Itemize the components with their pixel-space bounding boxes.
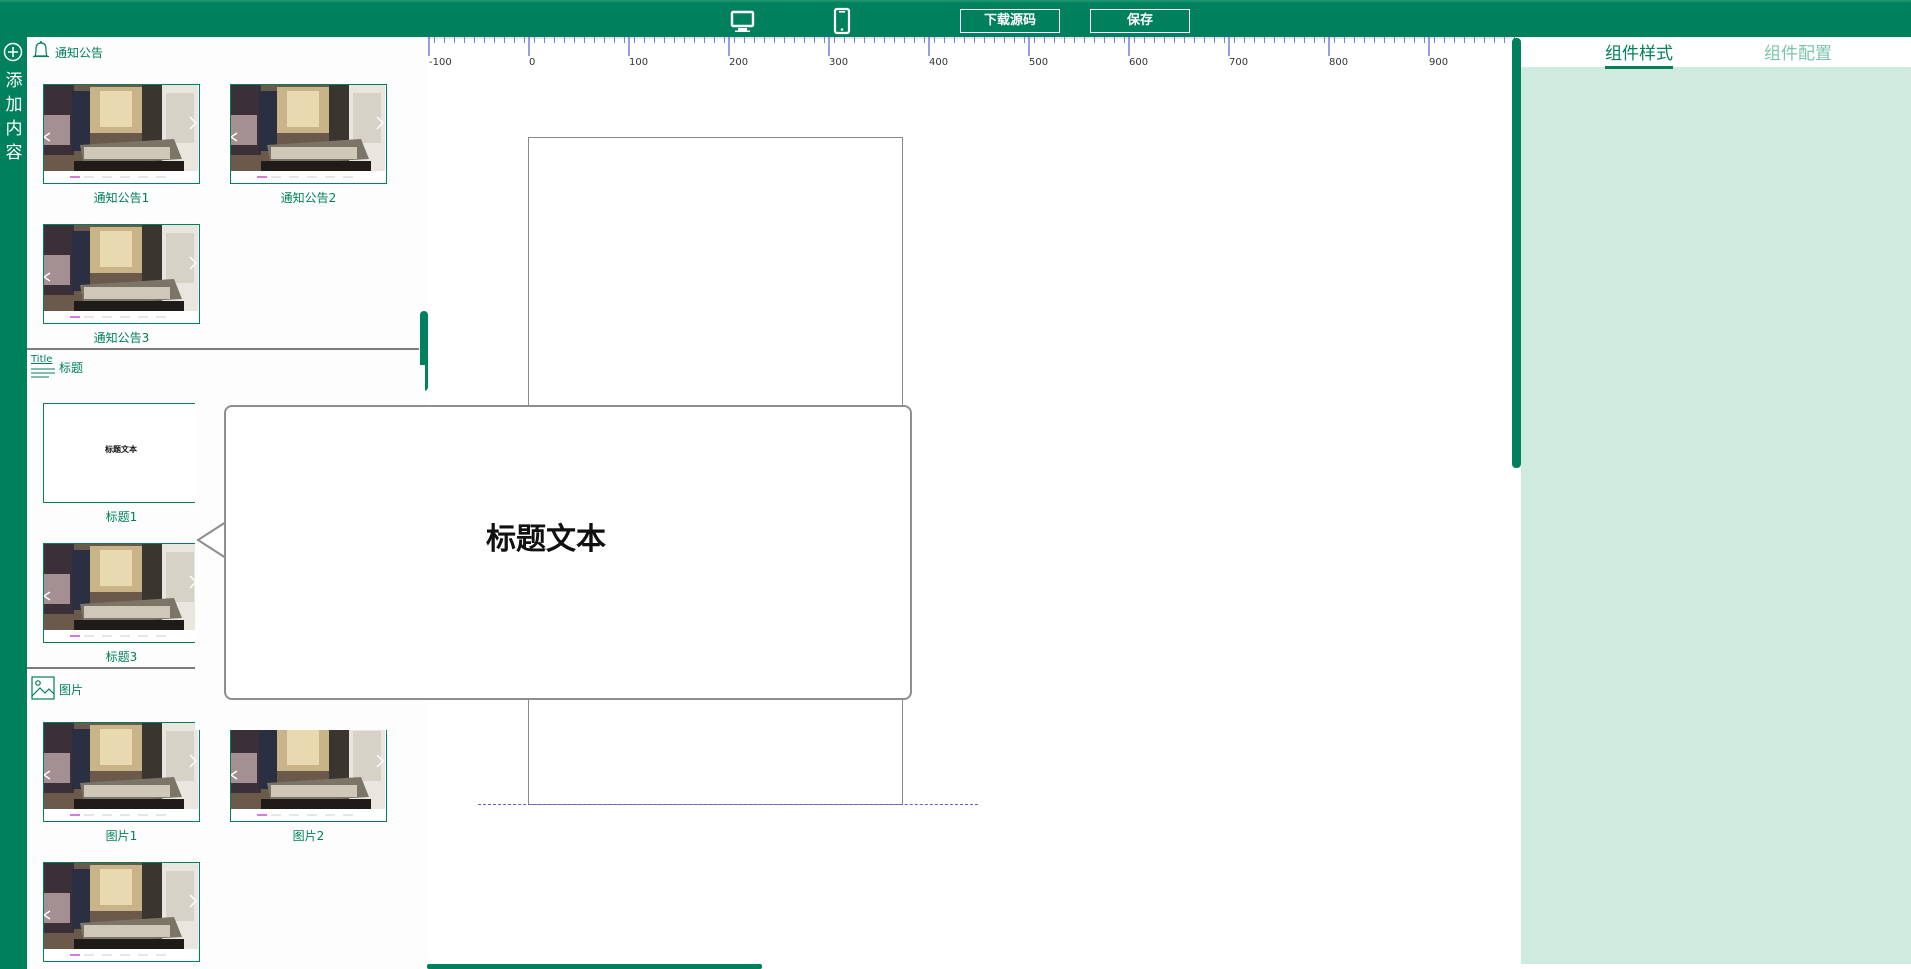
ruler-label: 300 [829, 57, 849, 68]
component-card-label: 通知公告2 [280, 191, 337, 205]
component-card-image-1[interactable] [43, 722, 200, 822]
config-tabs: 组件样式 组件配置 [1521, 37, 1911, 69]
ruler-label: 500 [1029, 57, 1049, 68]
component-card-notice-1[interactable] [43, 84, 200, 184]
room-thumbnail [44, 225, 198, 311]
carousel-indicator-dots [271, 814, 361, 816]
ruler-label: 900 [1429, 57, 1449, 68]
ruler-label: 800 [1329, 57, 1349, 68]
carousel-indicator-active [70, 954, 80, 956]
carousel-indicator-active [70, 814, 80, 816]
component-card-heading-3[interactable] [43, 543, 200, 643]
tab-component-config[interactable]: 组件配置 [1764, 39, 1832, 64]
section-title: 通知公告 [55, 45, 104, 60]
component-card-heading-1[interactable]: 标题文本 [43, 403, 200, 503]
room-thumbnail [231, 85, 385, 171]
room-thumbnail [44, 723, 198, 809]
room-thumbnail [231, 723, 385, 809]
carousel-indicator-dots [84, 814, 174, 816]
heading-thumb-text: 标题文本 [105, 445, 137, 454]
save-button[interactable]: 保存 [1090, 9, 1190, 33]
section-header-heading: Title 标题 [31, 354, 84, 380]
add-content-char: 加 [5, 95, 23, 115]
section-divider [27, 348, 419, 350]
section-title: 标题 [59, 360, 84, 375]
component-card-label: 标题1 [105, 510, 138, 524]
carousel-indicator-active [70, 176, 80, 178]
section-title: 图片 [59, 682, 84, 697]
bell-icon [31, 40, 51, 65]
component-card-notice-3[interactable] [43, 224, 200, 324]
download-source-button[interactable]: 下载源码 [960, 9, 1060, 33]
ruler-label: -100 [429, 57, 452, 68]
plus-circle-icon[interactable] [3, 42, 23, 62]
carousel-indicator-dots [271, 176, 361, 178]
app-root: 下载源码 保存 添 加 内 容 通知公告 通知公告1 通知公告2 通知公告3 T… [0, 0, 1911, 969]
horizontal-ruler: -100 0 100 200 300 400 500 600 700 800 9… [427, 37, 1517, 73]
config-panel: 组件样式 组件配置 [1521, 37, 1911, 969]
ruler-label: 400 [929, 57, 949, 68]
component-card-label: 图片1 [105, 829, 138, 843]
carousel-indicator-active [70, 316, 80, 318]
component-card-notice-2[interactable] [230, 84, 387, 184]
carousel-indicator-active [257, 814, 267, 816]
component-card-image-2[interactable] [230, 722, 387, 822]
config-panel-footer [1521, 964, 1911, 969]
add-content-char: 容 [5, 143, 23, 163]
ruler-label: 100 [629, 57, 649, 68]
top-toolbar: 下载源码 保存 [0, 0, 1911, 37]
section-header-image: 图片 [31, 675, 84, 703]
ruler-ticks [427, 37, 1517, 56]
carousel-indicator-dots [84, 635, 174, 637]
add-content-label: 添 加 内 容 [4, 69, 24, 165]
room-thumbnail [44, 544, 198, 630]
carousel-indicator-active [70, 635, 80, 637]
add-content-char: 添 [5, 71, 23, 91]
component-card-label: 通知公告3 [93, 331, 150, 345]
mobile-phone-icon[interactable] [828, 7, 856, 35]
carousel-indicator-dots [84, 316, 174, 318]
component-card-image-3[interactable] [43, 862, 200, 962]
carousel-indicator-active [257, 176, 267, 178]
component-card-label: 通知公告1 [93, 191, 150, 205]
component-preview-popup: 标题文本 [224, 405, 912, 700]
preview-title-text: 标题文本 [486, 522, 606, 557]
ruler-label: 0 [529, 57, 536, 68]
canvas-vertical-scrollbar[interactable] [1512, 38, 1521, 468]
component-card-label: 图片2 [292, 829, 325, 843]
room-thumbnail [44, 863, 198, 949]
desktop-icon[interactable] [729, 7, 757, 35]
component-card-label: 标题3 [105, 650, 138, 664]
add-content-strip[interactable]: 添 加 内 容 [0, 37, 27, 969]
carousel-indicator-dots [84, 176, 174, 178]
room-thumbnail [44, 85, 198, 171]
image-icon [31, 675, 55, 703]
add-content-char: 内 [5, 119, 23, 139]
title-lines-icon: Title [31, 354, 55, 380]
alignment-guide-line [478, 804, 978, 805]
ruler-label: 700 [1229, 57, 1249, 68]
tab-component-style[interactable]: 组件样式 [1605, 39, 1673, 69]
ruler-label: 600 [1129, 57, 1149, 68]
section-header-notice: 通知公告 [31, 40, 103, 64]
canvas-horizontal-scrollbar[interactable] [427, 964, 762, 969]
ruler-label: 200 [729, 57, 749, 68]
carousel-indicator-dots [84, 954, 174, 956]
